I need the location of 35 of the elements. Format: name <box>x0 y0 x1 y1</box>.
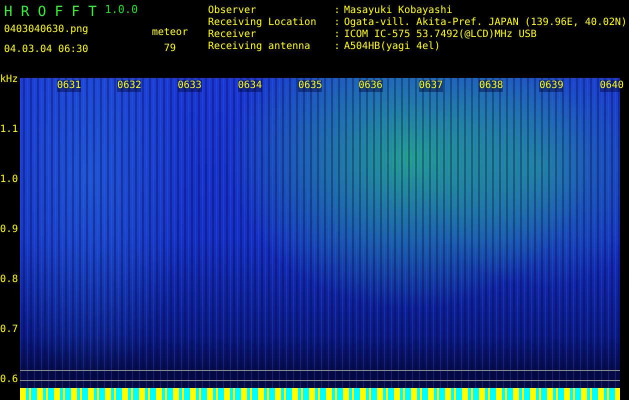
info-separator: : <box>334 29 340 41</box>
frequency-label: 0.8 <box>0 274 18 286</box>
time-label: 0640 <box>600 80 624 92</box>
time-label: 0634 <box>238 80 262 92</box>
time-label: 0639 <box>539 80 564 92</box>
app-title: H R O F F T <box>4 4 97 20</box>
date-time: 04.03.04 06:30 <box>4 44 90 56</box>
time-label: 0636 <box>358 80 383 92</box>
time-label: 0638 <box>479 80 504 92</box>
info-value: A504HB(yagi 4el) <box>344 41 440 53</box>
time-label: 0632 <box>117 80 142 92</box>
axis-unit: kHz <box>0 74 18 86</box>
info-value: Masayuki Kobayashi <box>344 5 452 17</box>
time-label: 0631 <box>57 80 82 92</box>
frequency-label: 1.0 <box>0 174 18 186</box>
time-label: 0633 <box>178 80 202 92</box>
info-value: ICOM IC-575 53.7492(@LCD)MHz USB <box>344 29 537 41</box>
time-label: 0635 <box>298 80 322 92</box>
frequency-label: 0.7 <box>0 324 18 336</box>
info-label: Observer <box>208 5 258 17</box>
file-name: 0403040630.png <box>4 24 90 36</box>
frequency-label: 0.6 <box>0 374 18 386</box>
info-label: Receiving Location <box>208 17 318 29</box>
info-value: Ogata-vill. Akita-Pref. JAPAN (139.96E, 40.02N) <box>344 17 627 29</box>
info-label: Receiving antenna <box>208 41 312 53</box>
frequency-label: 0.9 <box>0 224 18 236</box>
frequency-label: 1.1 <box>0 124 18 136</box>
time-label: 0637 <box>418 80 443 92</box>
meteor-label: meteor <box>152 27 188 39</box>
info-label: Receiver <box>208 29 258 41</box>
info-separator: : <box>334 5 340 17</box>
info-separator: : <box>334 17 340 29</box>
info-separator: : <box>334 41 340 53</box>
meteor-count: 79 <box>164 43 176 55</box>
version-label: 1.0.0 <box>104 4 138 16</box>
